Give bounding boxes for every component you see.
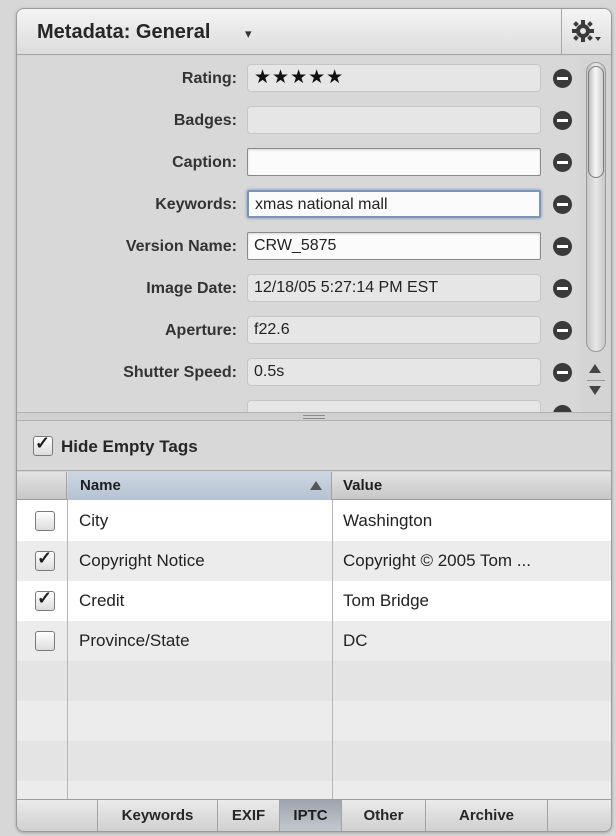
keywords-field[interactable]: xmas national mall [247,190,541,218]
fields-scrollbar[interactable] [581,56,611,412]
tab-keywords[interactable]: Keywords [97,800,217,831]
table-row[interactable]: ✓ Copyright Notice Copyright © 2005 Tom … [17,541,611,581]
hide-empty-tags-label[interactable]: Hide Empty Tags [61,437,198,457]
chevron-down-icon[interactable]: ▾ [245,26,252,42]
empty-row [17,661,611,701]
remove-field-button[interactable] [553,111,572,130]
remove-field-button[interactable] [553,237,572,256]
field-row-partial [17,400,577,412]
empty-row [17,701,611,741]
field-row-image-date: Image Date: 12/18/05 5:27:14 PM EST [17,274,577,306]
metadata-header[interactable]: Metadata: General ▾ [17,9,611,55]
checkmark-icon: ✓ [37,548,53,568]
remove-field-button[interactable] [553,195,572,214]
pane-splitter[interactable] [17,412,611,421]
remove-field-button[interactable] [553,363,572,382]
sort-ascending-icon [310,481,322,490]
field-row-aperture: Aperture: f22.6 [17,316,577,348]
scroll-arrows [585,360,607,406]
field-row-badges: Badges: [17,106,577,138]
tab-divider [547,800,548,831]
column-header-check[interactable] [17,472,67,500]
remove-field-button[interactable] [553,69,572,88]
shutter-speed-field: 0.5s [247,358,541,386]
row-checkbox[interactable] [35,631,55,651]
hide-empty-tags-checkbox[interactable]: ✓ [33,433,53,456]
splitter-grip-icon[interactable] [303,415,325,419]
table-row[interactable]: ✓ Credit Tom Bridge [17,581,611,621]
cell-value: DC [343,631,368,650]
field-row-keywords: Keywords: xmas national mall [17,190,577,222]
column-header-value-label: Value [343,477,383,494]
hide-empty-tags-row: ✓ Hide Empty Tags [17,421,611,471]
metadata-panel: Metadata: General ▾ Rating: ★★★★★ Badges… [16,8,612,832]
cell-name: City [79,511,109,530]
table-row[interactable]: Province/State DC [17,621,611,661]
row-checkbox[interactable]: ✓ [35,588,55,611]
image-date-field: 12/18/05 5:27:14 PM EST [247,274,541,302]
field-row-version-name: Version Name: CRW_5875 [17,232,577,264]
tab-exif[interactable]: EXIF [217,800,279,831]
column-header-value[interactable]: Value [333,472,611,500]
row-checkbox[interactable] [35,511,55,531]
arrow-divider [587,380,605,381]
cell-value: Washington [343,511,433,530]
cell-value: Copyright © 2005 Tom ... [343,551,531,570]
cell-value: Tom Bridge [343,591,429,610]
scroll-up-arrow-icon[interactable] [589,364,601,373]
iptc-table: Name Value City Washington ✓ Copyright N… [17,472,611,799]
badges-field [247,106,541,134]
table-header: Name Value [17,472,611,500]
field-row-caption: Caption: [17,148,577,180]
remove-field-button[interactable] [553,153,572,172]
tab-archive[interactable]: Archive [425,800,547,831]
caption-field[interactable] [247,148,541,176]
tab-iptc[interactable]: IPTC [279,800,341,831]
row-checkbox[interactable]: ✓ [35,548,55,571]
tab-other[interactable]: Other [341,800,425,831]
empty-row [17,741,611,781]
rating-stars[interactable]: ★★★★★ [247,64,541,92]
remove-field-button[interactable] [553,405,572,412]
field-row-rating: Rating: ★★★★★ [17,64,577,96]
action-menu-button[interactable] [562,9,611,55]
table-row[interactable]: City Washington [17,501,611,541]
gear-icon [572,20,601,42]
field-label: Rating: [181,70,237,87]
checkmark-icon: ✓ [35,433,51,453]
empty-row [17,781,611,799]
column-divider [67,500,68,799]
field-label: Shutter Speed: [123,364,237,381]
column-header-name[interactable]: Name [68,472,332,500]
checkmark-icon: ✓ [37,588,53,608]
cell-name: Province/State [79,631,190,650]
field-label: Aperture: [164,322,237,339]
version-name-field[interactable]: CRW_5875 [247,232,541,260]
scroll-thumb[interactable] [588,66,604,178]
scroll-down-arrow-icon[interactable] [589,386,601,395]
cell-name: Copyright Notice [79,551,205,570]
metadata-tabbar: Keywords EXIF IPTC Other Archive [17,799,611,831]
column-divider [332,500,333,799]
aperture-field: f22.6 [247,316,541,344]
remove-field-button[interactable] [553,279,572,298]
cell-name: Credit [79,591,125,610]
metadata-fields: Rating: ★★★★★ Badges: Caption: Keywords:… [17,56,611,412]
field-label: Keywords: [155,196,237,213]
field-label: Badges: [173,112,237,129]
field-label: Image Date: [146,280,237,297]
column-header-name-label: Name [80,477,121,494]
metadata-view-title[interactable]: Metadata: General [37,21,210,44]
field-label: Version Name: [125,238,237,255]
remove-field-button[interactable] [553,321,572,340]
field-row-shutter-speed: Shutter Speed: 0.5s [17,358,577,390]
field-label: Caption: [172,154,237,171]
partial-field [247,400,541,412]
